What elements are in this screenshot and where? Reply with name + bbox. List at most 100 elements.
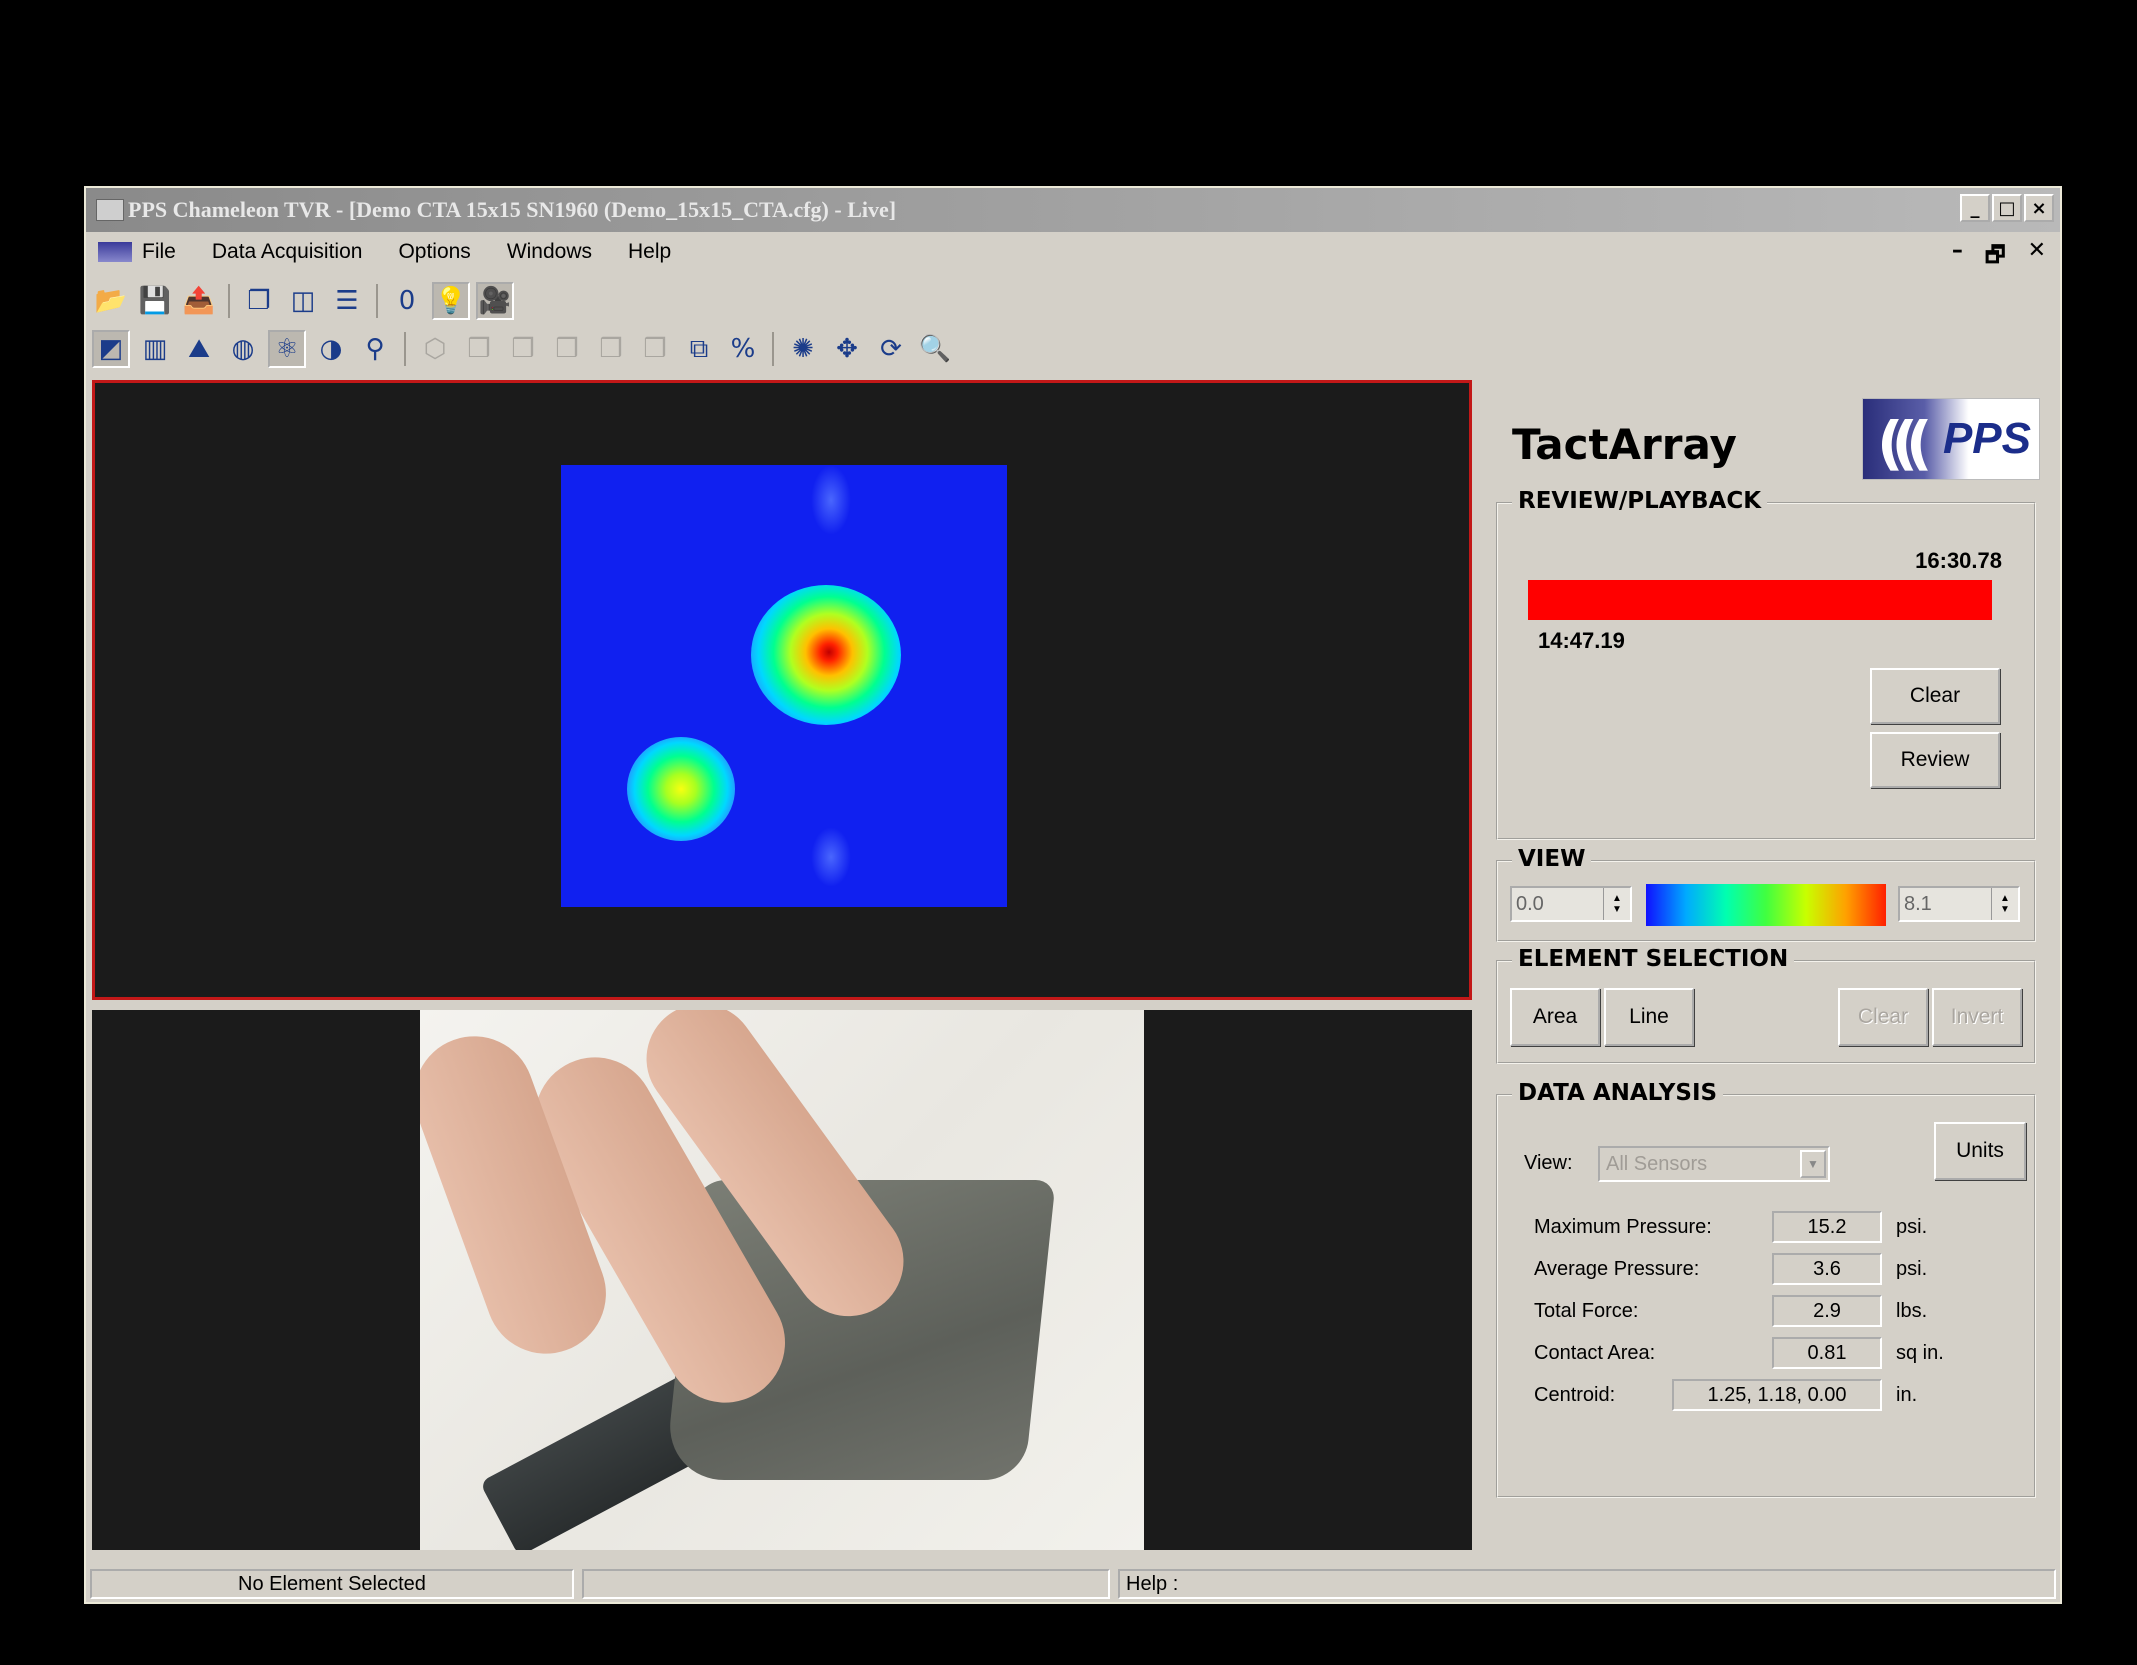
pressure-blob-top — [811, 465, 851, 535]
tile-horizontal-icon[interactable]: ☰ — [328, 282, 366, 320]
view-label: VIEW — [1512, 846, 1592, 872]
document-icon[interactable] — [98, 242, 132, 262]
view-cube-7-icon[interactable]: ⧉ — [680, 330, 718, 368]
menu-file[interactable]: File — [142, 240, 176, 264]
menu-data-acquisition[interactable]: Data Acquisition — [212, 240, 363, 264]
spinner-arrows-icon[interactable]: ▲ ▼ — [1991, 888, 2018, 920]
open-folder-icon[interactable]: 📂 — [92, 282, 130, 320]
color-scale-bar — [1646, 884, 1886, 926]
zoom-icon[interactable]: 🔍 — [916, 330, 954, 368]
playback-progress-bar[interactable] — [1528, 580, 1992, 620]
camera-icon[interactable]: 🎥 — [476, 282, 514, 320]
title-bar[interactable]: PPS Chameleon TVR - [Demo CTA 15x15 SN19… — [86, 188, 2060, 232]
analysis-view-label: View: — [1524, 1151, 1573, 1174]
total-force-label: Total Force: — [1534, 1299, 1639, 1322]
view-group: VIEW 0.0 ▲ ▼ 8.1 ▲ ▼ — [1496, 846, 2036, 942]
centroid-unit: in. — [1896, 1384, 1918, 1406]
minimize-button[interactable]: _ — [1960, 194, 1990, 222]
export-icon[interactable]: 📤 — [180, 282, 218, 320]
end-time: 16:30.78 — [1915, 548, 2002, 573]
view-min-spinner[interactable]: 0.0 ▲ ▼ — [1510, 886, 1632, 922]
brand-title: TactArray — [1512, 420, 1737, 469]
view-min-value: 0.0 — [1516, 892, 1544, 915]
avg-pressure-row: Average Pressure: — [1534, 1252, 1774, 1286]
toolbar-separator — [772, 332, 774, 366]
max-pressure-value: 15.2 — [1772, 1211, 1882, 1243]
clear-review-button[interactable]: Clear — [1870, 668, 2000, 724]
pressure-heatmap[interactable] — [561, 465, 1007, 907]
total-force-row: Total Force: — [1534, 1294, 1774, 1328]
pressure-blob-bottom — [811, 827, 851, 887]
status-element: No Element Selected — [90, 1569, 574, 1599]
maximize-button[interactable]: □ — [1992, 194, 2022, 222]
app-icon[interactable] — [96, 199, 124, 221]
probe-icon[interactable]: ⚲ — [356, 330, 394, 368]
avg-pressure-label: Average Pressure: — [1534, 1257, 1700, 1280]
total-force-value: 2.9 — [1772, 1295, 1882, 1327]
main-toolbar: 📂 💾 📤 ❐ ◫ ☰ 0 💡 🎥 — [92, 278, 514, 324]
view-cube-4-icon[interactable]: ❒ — [548, 330, 586, 368]
cascade-windows-icon[interactable]: ❐ — [240, 282, 278, 320]
review-button[interactable]: Review — [1870, 732, 2000, 788]
pressure-map-pane[interactable] — [92, 380, 1472, 1000]
scale-percent-icon[interactable]: % — [724, 330, 762, 368]
contact-area-unit: sq in. — [1896, 1342, 1944, 1364]
move-icon[interactable]: ✥ — [828, 330, 866, 368]
view-toolbar: ◩ ▥ ⛰ ◍ ⚛ ◑ ⚲ ⬡ ❒ ❒ ❒ ❒ ❒ ⧉% ✺ ✥ ⟳ 🔍 — [92, 326, 954, 372]
menu-bar: File Data Acquisition Options Windows He… — [86, 232, 2060, 272]
status-help: Help : — [1118, 1569, 2056, 1599]
view-cube-2-icon[interactable]: ❒ — [460, 330, 498, 368]
view-cube-5-icon[interactable]: ❒ — [592, 330, 630, 368]
control-panel: TactArray ((( PPS REVIEW/PLAYBACK 16:30.… — [1486, 380, 2046, 1550]
contact-area-row: Contact Area: — [1534, 1336, 1774, 1370]
analysis-view-selected: All Sensors — [1606, 1152, 1708, 1175]
rotate-icon[interactable]: ⟳ — [872, 330, 910, 368]
view-cube-6-icon[interactable]: ❒ — [636, 330, 674, 368]
child-close-button[interactable]: ✕ — [2028, 238, 2046, 276]
child-restore-button[interactable]: 🗗 — [1985, 238, 2006, 276]
lightbulb-icon[interactable]: 💡 — [432, 282, 470, 320]
pressure-blob-large — [751, 585, 901, 725]
menu-windows[interactable]: Windows — [507, 240, 592, 264]
menu-help[interactable]: Help — [628, 240, 671, 264]
avg-pressure-value: 3.6 — [1772, 1253, 1882, 1285]
review-playback-group: REVIEW/PLAYBACK 16:30.78 14:47.19 Clear … — [1496, 488, 2036, 840]
tile-vertical-icon[interactable]: ◫ — [284, 282, 322, 320]
centroid-icon[interactable]: ◑ — [312, 330, 350, 368]
menu-options[interactable]: Options — [398, 240, 470, 264]
max-pressure-unit: psi. — [1896, 1216, 1928, 1238]
surface-plot-icon[interactable]: ⛰ — [180, 330, 218, 368]
color-map-icon[interactable]: ◩ — [92, 330, 130, 368]
title-buttons: _ □ × — [1960, 194, 2054, 222]
spinner-arrows-icon[interactable]: ▲ ▼ — [1603, 888, 1630, 920]
data-analysis-group: DATA ANALYSIS View: All Sensors ▼ Units … — [1496, 1080, 2036, 1498]
chevron-down-icon[interactable]: ▼ — [1800, 1150, 1826, 1178]
line-button[interactable]: Line — [1604, 988, 1694, 1046]
pressure-blob-small — [627, 737, 735, 841]
toolbar-separator — [376, 284, 378, 318]
analysis-view-select[interactable]: All Sensors ▼ — [1598, 1146, 1830, 1182]
toolbar-separator — [228, 284, 230, 318]
globe-icon[interactable]: ◍ — [224, 330, 262, 368]
pps-logo: ((( PPS — [1862, 398, 2040, 480]
view-cube-3-icon[interactable]: ❒ — [504, 330, 542, 368]
close-button[interactable]: × — [2024, 194, 2054, 222]
bar-chart-icon[interactable]: ▥ — [136, 330, 174, 368]
area-button[interactable]: Area — [1510, 988, 1600, 1046]
invert-selection-button[interactable]: Invert — [1932, 988, 2022, 1046]
units-button[interactable]: Units — [1934, 1122, 2026, 1180]
view-max-spinner[interactable]: 8.1 ▲ ▼ — [1898, 886, 2020, 922]
save-icon[interactable]: 💾 — [136, 282, 174, 320]
child-window-buttons: – 🗗 ✕ — [1952, 238, 2046, 276]
grid-view-icon[interactable]: ⚛ — [268, 330, 306, 368]
element-selection-label: ELEMENT SELECTION — [1512, 946, 1795, 972]
video-pane[interactable] — [92, 1010, 1472, 1550]
child-minimize-button[interactable]: – — [1952, 238, 1963, 276]
zero-icon[interactable]: 0 — [388, 282, 426, 320]
clear-selection-button[interactable]: Clear — [1838, 988, 1928, 1046]
logo-arcs-icon: ((( — [1877, 409, 1932, 477]
contact-area-value: 0.81 — [1772, 1337, 1882, 1369]
view-cube-1-icon[interactable]: ⬡ — [416, 330, 454, 368]
max-pressure-row: Maximum Pressure: — [1534, 1210, 1774, 1244]
light-icon[interactable]: ✺ — [784, 330, 822, 368]
